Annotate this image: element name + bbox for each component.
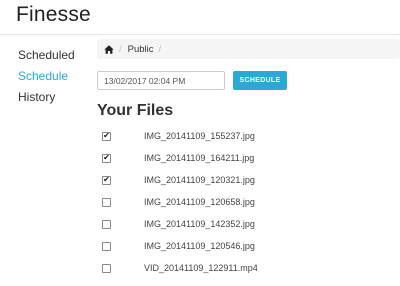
sidebar-item-history[interactable]: History <box>18 90 88 104</box>
file-name[interactable]: IMG_20141109_155237.jpg <box>144 131 255 141</box>
file-name[interactable]: IMG_20141109_164211.jpg <box>144 153 254 163</box>
file-row: ✔ IMG_20141109_155237.jpg <box>102 125 382 147</box>
file-name[interactable]: IMG_20141109_142352.jpg <box>144 219 255 229</box>
home-icon[interactable] <box>104 44 114 54</box>
header-divider <box>0 34 400 35</box>
breadcrumb-separator: / <box>119 43 122 55</box>
sidebar-item-scheduled[interactable]: Scheduled <box>18 48 88 62</box>
file-name[interactable]: IMG_20141109_120321.jpg <box>144 175 255 185</box>
file-row: IMG_20141109_120546.jpg <box>102 235 382 257</box>
file-row: IMG_20141109_120658.jpg <box>102 191 382 213</box>
sidebar-nav: Scheduled Schedule History <box>18 48 88 111</box>
breadcrumb-item-public[interactable]: Public <box>128 44 154 55</box>
section-title-your-files: Your Files <box>97 102 174 119</box>
app-title: Finesse <box>16 3 91 26</box>
file-checkbox[interactable] <box>102 263 111 273</box>
file-row: ✔ IMG_20141109_164211.jpg <box>102 147 382 169</box>
file-checkbox[interactable] <box>102 241 111 251</box>
file-checkbox[interactable]: ✔ <box>102 131 111 141</box>
file-checkbox[interactable] <box>102 197 111 207</box>
breadcrumb-separator: / <box>158 43 162 55</box>
file-checkbox[interactable] <box>102 219 111 229</box>
sidebar-item-schedule[interactable]: Schedule <box>18 69 88 83</box>
datetime-input[interactable] <box>97 71 225 90</box>
file-checkbox[interactable]: ✔ <box>102 153 111 163</box>
file-name[interactable]: IMG_20141109_120658.jpg <box>144 197 255 207</box>
file-list: ✔ IMG_20141109_155237.jpg ✔ IMG_20141109… <box>102 125 382 279</box>
file-name[interactable]: VID_20141109_122911.mp4 <box>144 263 258 273</box>
schedule-button[interactable]: SCHEDULE <box>233 71 287 90</box>
file-row: VID_20141109_122911.mp4 <box>102 257 382 279</box>
file-checkbox[interactable]: ✔ <box>102 175 111 185</box>
file-row: IMG_20141109_142352.jpg <box>102 213 382 235</box>
breadcrumb: / Public / <box>97 39 400 59</box>
file-name[interactable]: IMG_20141109_120546.jpg <box>144 241 255 251</box>
file-row: ✔ IMG_20141109_120321.jpg <box>102 169 382 191</box>
